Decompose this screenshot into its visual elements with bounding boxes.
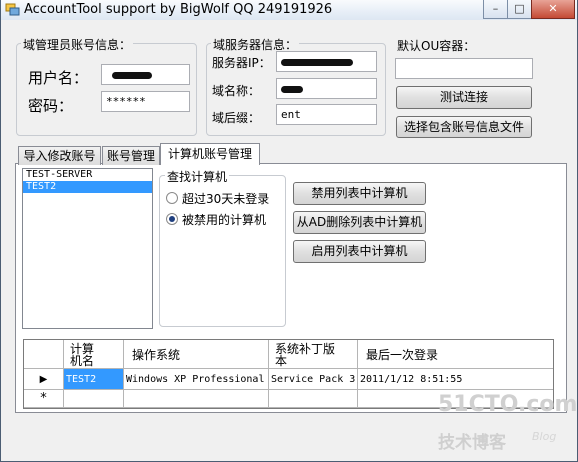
ou-field[interactable] [395,58,533,79]
domain-name-field[interactable] [276,78,377,99]
grid-cell[interactable]: Windows XP Professional [124,369,269,390]
server-ip-field[interactable] [276,51,377,72]
username-label: 用户名： [28,69,89,87]
admin-account-group [16,43,197,136]
delete-computers-from-ad-button[interactable]: 从AD删除列表中计算机 [293,211,426,234]
col-header-text: 计算机名 [70,342,95,368]
grid-cell[interactable] [269,390,358,408]
domain-suffix-field[interactable]: ent [276,104,377,125]
grid-cell[interactable] [64,390,124,408]
col-header-computer-name[interactable]: 计算机名 [64,340,124,369]
test-connection-button[interactable]: 测试连接 [396,86,532,109]
current-row-indicator[interactable]: ▶ [24,369,64,390]
radio-disabled-computers-label[interactable]: 被禁用的计算机 [182,211,266,228]
redacted-username [112,71,152,79]
redacted-ip [281,58,353,66]
admin-group-label: 域管理员账号信息： [21,36,134,53]
list-item-selected[interactable]: TEST2 [23,181,152,193]
domain-suffix-label: 域后缀： [212,111,261,125]
watermark-blog: Blog [532,430,557,443]
disable-computers-button[interactable]: 禁用列表中计算机 [293,182,426,205]
close-button[interactable]: ✕ [531,0,575,19]
col-header-sp-version[interactable]: 系统补丁版本 [269,340,358,369]
list-item[interactable]: TEST-SERVER [23,169,152,181]
col-header-last-logon[interactable]: 最后一次登录 [358,340,553,369]
tab-import-modify-accounts[interactable]: 导入修改账号 [18,146,101,165]
maximize-button[interactable]: □ [507,0,532,19]
col-header-os[interactable]: 操作系统 [124,340,269,369]
password-label: 密码： [28,97,74,115]
watermark-site: 51CTO.com [438,392,578,417]
server-ip-label: 服务器IP： [212,56,271,70]
redacted-domain [281,85,303,93]
tab-account-management[interactable]: 账号管理 [102,146,160,165]
grid-cell[interactable]: Service Pack 3 [269,369,358,390]
window-title: AccountTool support by BigWolf QQ 249191… [24,2,333,17]
tab-computer-account-management[interactable]: 计算机账号管理 [160,143,260,165]
find-group-label: 查找计算机 [165,168,230,185]
domain-name-label: 域名称： [212,84,261,98]
username-field[interactable] [101,64,190,85]
minimize-button[interactable]: – [483,0,508,19]
select-account-file-button[interactable]: 选择包含账号信息文件 [396,116,532,138]
grid-cell[interactable]: TEST2 [64,369,124,390]
watermark-subtitle: 技术博客 [438,433,506,453]
grid-cell[interactable] [124,390,269,408]
enable-computers-button[interactable]: 启用列表中计算机 [293,240,426,263]
computer-listbox[interactable]: TEST-SERVER TEST2 [22,168,153,329]
radio-over-30-days-label[interactable]: 超过30天未登录 [182,190,269,207]
radio-disabled-computers[interactable] [166,213,178,225]
grid-corner-header [24,340,64,369]
password-field[interactable]: ****** [101,91,190,112]
ou-label: 默认OU容器： [397,39,476,53]
grid-cell[interactable]: 2011/1/12 8:51:55 [358,369,553,390]
col-header-text: 系统补丁版本 [275,342,336,368]
app-icon [5,3,20,17]
new-row-indicator[interactable]: * [24,390,64,408]
radio-over-30-days[interactable] [166,192,178,204]
